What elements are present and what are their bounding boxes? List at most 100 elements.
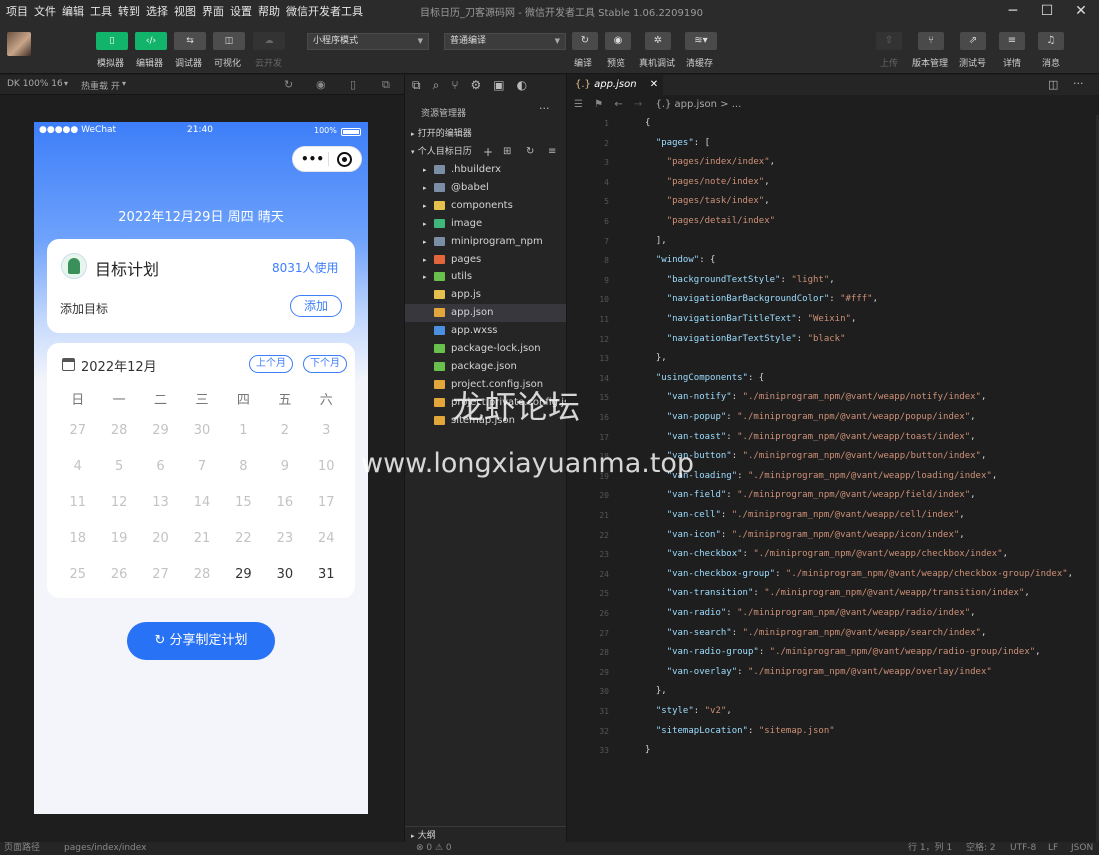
zoom-select[interactable]: DK 100% 16	[7, 79, 63, 89]
code-line[interactable]: "sitemapLocation": "sitemap.json"	[645, 726, 835, 736]
menu-item[interactable]: 帮助	[258, 3, 280, 19]
calendar-day[interactable]: 29	[223, 567, 264, 582]
calendar-day[interactable]: 8	[223, 459, 264, 474]
git-icon[interactable]: ⑂	[451, 78, 458, 94]
list-icon[interactable]: ☰	[574, 99, 583, 110]
file-tree-item[interactable]: ▸ utils	[405, 268, 567, 286]
remote-debug-button[interactable]: ✲	[645, 32, 671, 50]
code-line[interactable]: }	[645, 745, 650, 755]
code-line[interactable]: "van-checkbox": "./miniprogram_npm/@vant…	[645, 549, 1008, 559]
calendar-day[interactable]: 1	[223, 423, 264, 438]
menu-item[interactable]: 工具	[90, 3, 112, 19]
code-line[interactable]: "style": "v2",	[645, 706, 732, 716]
calendar-day[interactable]: 30	[264, 567, 305, 582]
calendar-day[interactable]: 3	[306, 423, 347, 438]
problems-count[interactable]: ⊗ 0 ⚠ 0	[416, 842, 452, 855]
calendar-day[interactable]: 9	[264, 459, 305, 474]
device-icon[interactable]: ▯	[350, 78, 356, 91]
code-line[interactable]: "pages/index/index",	[645, 157, 775, 167]
prev-month-button[interactable]: 上个月	[249, 355, 293, 373]
calendar-day[interactable]: 18	[57, 531, 98, 546]
messages-button[interactable]: ♫	[1038, 32, 1064, 50]
record-icon[interactable]: ◉	[316, 78, 326, 91]
code-line[interactable]: "van-transition": "./miniprogram_npm/@va…	[645, 588, 1030, 598]
menu-item[interactable]: 视图	[174, 3, 196, 19]
mode-select[interactable]: 小程序模式 ▼	[307, 33, 429, 50]
code-line[interactable]: "usingComponents": {	[645, 373, 764, 383]
minimize-icon[interactable]: ─	[1003, 1, 1023, 21]
popout-icon[interactable]: ⧉	[382, 78, 390, 92]
code-line[interactable]: "navigationBarTitleText": "Weixin",	[645, 314, 857, 324]
menu-item[interactable]: 选择	[146, 3, 168, 19]
calendar-day[interactable]: 27	[140, 567, 181, 582]
code-line[interactable]: "window": {	[645, 255, 716, 265]
calendar-day[interactable]: 28	[98, 423, 139, 438]
calendar-day[interactable]: 24	[306, 531, 347, 546]
indent-spaces[interactable]: 空格: 2	[966, 842, 996, 855]
calendar-day[interactable]: 2	[264, 423, 305, 438]
calendar-day[interactable]: 29	[140, 423, 181, 438]
code-line[interactable]: "pages/detail/index"	[645, 216, 775, 226]
calendar-day[interactable]: 30	[181, 423, 222, 438]
line-ending[interactable]: LF	[1048, 842, 1058, 855]
code-line[interactable]: {	[645, 118, 650, 128]
code-line[interactable]: "van-loading": "./miniprogram_npm/@vant/…	[645, 471, 998, 481]
simulator-toggle-button[interactable]: ▯	[96, 32, 128, 50]
page-path[interactable]: pages/index/index	[64, 842, 146, 855]
refresh-icon[interactable]: ↻	[526, 143, 534, 161]
new-file-icon[interactable]: +	[483, 143, 493, 161]
compile-button[interactable]: ↻	[572, 32, 598, 50]
rotate-icon[interactable]: ↻	[284, 78, 293, 91]
menu-item[interactable]: 文件	[34, 3, 56, 19]
split-editor-icon[interactable]: ◫	[1048, 78, 1058, 91]
test-account-button[interactable]: ⇗	[960, 32, 986, 50]
bookmark-icon[interactable]: ⚑	[594, 99, 603, 110]
calendar-day[interactable]: 13	[140, 495, 181, 510]
calendar-day[interactable]: 26	[98, 567, 139, 582]
code-line[interactable]: ],	[645, 236, 667, 246]
language-mode[interactable]: JSON	[1071, 842, 1093, 855]
calendar-day[interactable]: 7	[181, 459, 222, 474]
close-capsule-icon[interactable]	[337, 152, 352, 167]
file-tree-item[interactable]: ▸ miniprogram_npm	[405, 233, 567, 251]
calendar-day[interactable]: 25	[57, 567, 98, 582]
menu-item[interactable]: 编辑	[62, 3, 84, 19]
tab-app-json[interactable]: {.} app.json ✕	[567, 75, 663, 95]
calendar-day[interactable]: 6	[140, 459, 181, 474]
version-button[interactable]: ⑂	[918, 32, 944, 50]
calendar-day[interactable]: 17	[306, 495, 347, 510]
hot-reload-toggle[interactable]: 热重载 开	[81, 79, 120, 92]
cloud-dev-button[interactable]: ☁	[253, 32, 285, 50]
file-tree-item[interactable]: package-lock.json	[405, 340, 567, 358]
calendar-day[interactable]: 22	[223, 531, 264, 546]
upload-button[interactable]: ⇧	[876, 32, 902, 50]
close-icon[interactable]: ✕	[1071, 1, 1091, 21]
back-icon[interactable]: ←	[614, 99, 622, 110]
calendar-day[interactable]: 10	[306, 459, 347, 474]
code-line[interactable]: "backgroundTextStyle": "light",	[645, 275, 835, 285]
debugger-toggle-button[interactable]: ⇆	[174, 32, 206, 50]
calendar-day[interactable]: 15	[223, 495, 264, 510]
project-section[interactable]: ▾ 个人目标日历 + ⊞ ↻ ≡	[405, 143, 567, 161]
calendar-day[interactable]: 27	[57, 423, 98, 438]
menu-item[interactable]: 转到	[118, 3, 140, 19]
share-plan-button[interactable]: ↻ 分享制定计划	[127, 622, 275, 660]
code-line[interactable]: "van-cell": "./miniprogram_npm/@vant/wea…	[645, 510, 965, 520]
code-line[interactable]: "van-checkbox-group": "./miniprogram_npm…	[645, 569, 1073, 579]
more-icon[interactable]: •••	[301, 152, 324, 166]
encoding[interactable]: UTF-8	[1010, 842, 1036, 855]
code-line[interactable]: "van-popup": "./miniprogram_npm/@vant/we…	[645, 412, 976, 422]
code-line[interactable]: "navigationBarTextStyle": "black"	[645, 334, 846, 344]
code-line[interactable]: "pages": [	[645, 138, 710, 148]
details-button[interactable]: ≡	[999, 32, 1025, 50]
code-line[interactable]: "van-search": "./miniprogram_npm/@vant/w…	[645, 628, 987, 638]
code-line[interactable]: },	[645, 353, 667, 363]
calendar-day[interactable]: 14	[181, 495, 222, 510]
calendar-day[interactable]: 11	[57, 495, 98, 510]
menu-item[interactable]: 设置	[230, 3, 252, 19]
next-month-button[interactable]: 下个月	[303, 355, 347, 373]
calendar-day[interactable]: 19	[98, 531, 139, 546]
cloud-icon[interactable]: ◐	[517, 78, 527, 94]
clear-cache-button[interactable]: ≋▾	[685, 32, 717, 50]
file-tree-item[interactable]: ▸ @babel	[405, 179, 567, 197]
